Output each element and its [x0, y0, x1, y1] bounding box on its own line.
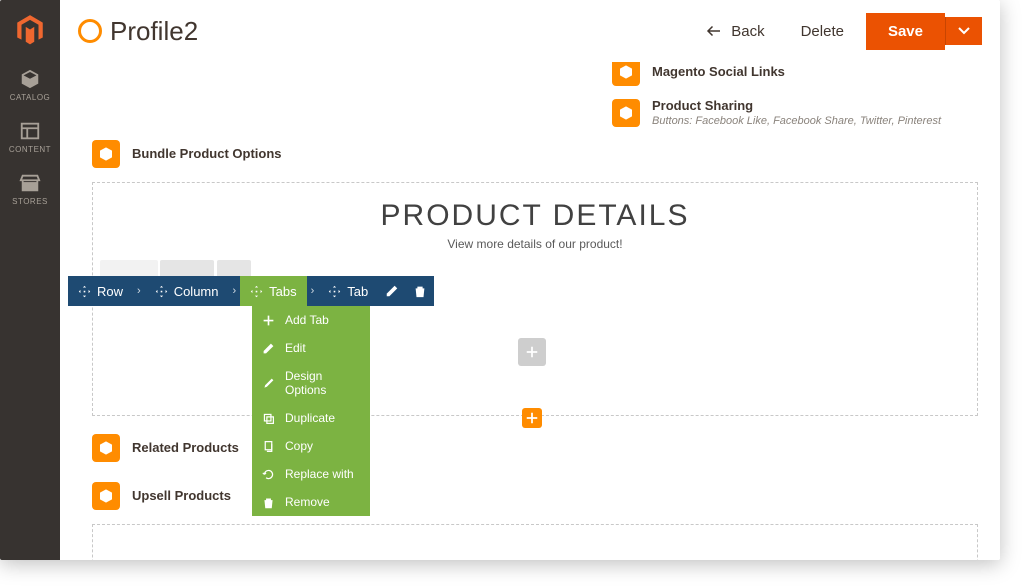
save-button[interactable]: Save [866, 13, 945, 50]
menu-label: Remove [285, 495, 330, 509]
menu-label: Design Options [285, 369, 360, 397]
magento-logo [0, 0, 60, 60]
breadcrumb-tabs[interactable]: Tabs [240, 276, 306, 306]
page-header: Profile2 Back Delete Save [60, 0, 1000, 62]
breadcrumb-label: Tab [347, 284, 368, 299]
widget-product-sharing[interactable]: Product Sharing Buttons: Facebook Like, … [612, 94, 941, 132]
profile-ring-icon [78, 19, 102, 43]
sidebar-item-label: STORES [12, 197, 48, 206]
breadcrumb-tab[interactable]: Tab [318, 276, 378, 306]
move-icon [250, 285, 263, 298]
save-dropdown-button[interactable] [945, 17, 982, 45]
menu-label: Replace with [285, 467, 354, 481]
bottom-section [92, 524, 978, 560]
sidebar-item-label: CONTENT [9, 145, 51, 154]
tabs-context-menu: Add Tab Edit Design Options Duplicate Co… [252, 306, 370, 516]
add-element-button[interactable] [518, 338, 546, 366]
widget-title: Upsell Products [132, 488, 231, 504]
menu-remove[interactable]: Remove [252, 488, 370, 516]
box-icon [612, 99, 640, 127]
breadcrumb-row[interactable]: Row [68, 276, 133, 306]
duplicate-icon [262, 412, 275, 425]
widget-bundle-product-options[interactable]: Bundle Product Options [92, 140, 282, 168]
caret-down-icon [958, 27, 970, 35]
menu-label: Edit [285, 341, 306, 355]
tab-stub[interactable] [160, 260, 214, 276]
delete-element-button[interactable] [406, 276, 434, 306]
box-icon [92, 140, 120, 168]
sidebar-item-label: CATALOG [10, 93, 51, 102]
builder-canvas: Magento Social Links Product Sharing But… [60, 62, 1000, 560]
edit-button[interactable] [378, 276, 406, 306]
chevron-right-icon: › [228, 285, 240, 297]
menu-copy[interactable]: Copy [252, 432, 370, 460]
sidebar-item-stores[interactable]: STORES [0, 164, 60, 216]
box-icon [92, 434, 120, 462]
chevron-right-icon: › [307, 285, 319, 297]
widget-title: Product Sharing [652, 98, 941, 114]
menu-label: Duplicate [285, 411, 335, 425]
breadcrumb-label: Column [174, 284, 219, 299]
menu-design-options[interactable]: Design Options [252, 362, 370, 404]
tab-stub[interactable] [100, 260, 158, 276]
page-title: Profile2 [110, 16, 198, 47]
plus-icon [262, 314, 275, 327]
widget-related-products[interactable]: Related Products [92, 434, 239, 462]
move-icon [155, 285, 168, 298]
breadcrumb-label: Row [97, 284, 123, 299]
menu-edit[interactable]: Edit [252, 334, 370, 362]
move-icon [78, 285, 91, 298]
box-icon [612, 62, 640, 86]
plus-icon [525, 411, 539, 425]
refresh-icon [262, 468, 275, 481]
breadcrumb-label: Tabs [269, 284, 296, 299]
pencil-icon [262, 342, 275, 355]
back-button[interactable]: Back [691, 16, 778, 46]
brush-icon [262, 377, 275, 390]
product-details-sub: View more details of our product! [93, 237, 977, 251]
widget-title: Related Products [132, 440, 239, 456]
widget-subtitle: Buttons: Facebook Like, Facebook Share, … [652, 114, 941, 128]
chevron-right-icon: › [133, 285, 145, 297]
tab-stub[interactable] [217, 260, 251, 276]
widget-title: Bundle Product Options [132, 146, 282, 162]
breadcrumb-column[interactable]: Column [145, 276, 229, 306]
add-row-button[interactable] [522, 408, 542, 428]
widget-title: Magento Social Links [652, 64, 785, 80]
save-label: Save [888, 23, 923, 40]
menu-add-tab[interactable]: Add Tab [252, 306, 370, 334]
pencil-icon [385, 284, 399, 298]
admin-sidebar: CATALOG CONTENT STORES [0, 0, 60, 560]
sidebar-item-content[interactable]: CONTENT [0, 112, 60, 164]
menu-duplicate[interactable]: Duplicate [252, 404, 370, 432]
box-icon [92, 482, 120, 510]
trash-icon [413, 284, 427, 298]
widget-upsell-products[interactable]: Upsell Products [92, 482, 231, 510]
widget-magento-social-links[interactable]: Magento Social Links [612, 62, 785, 90]
product-details-heading: PRODUCT DETAILS [93, 199, 977, 233]
menu-replace[interactable]: Replace with [252, 460, 370, 488]
menu-label: Add Tab [285, 313, 329, 327]
move-icon [328, 285, 341, 298]
trash-icon [262, 496, 275, 509]
plus-icon [525, 345, 539, 359]
delete-button[interactable]: Delete [787, 17, 858, 46]
element-breadcrumb: Row › Column › Tabs › Tab [68, 276, 434, 306]
copy-icon [262, 440, 275, 453]
menu-label: Copy [285, 439, 313, 453]
back-label: Back [731, 23, 764, 40]
sidebar-item-catalog[interactable]: CATALOG [0, 60, 60, 112]
